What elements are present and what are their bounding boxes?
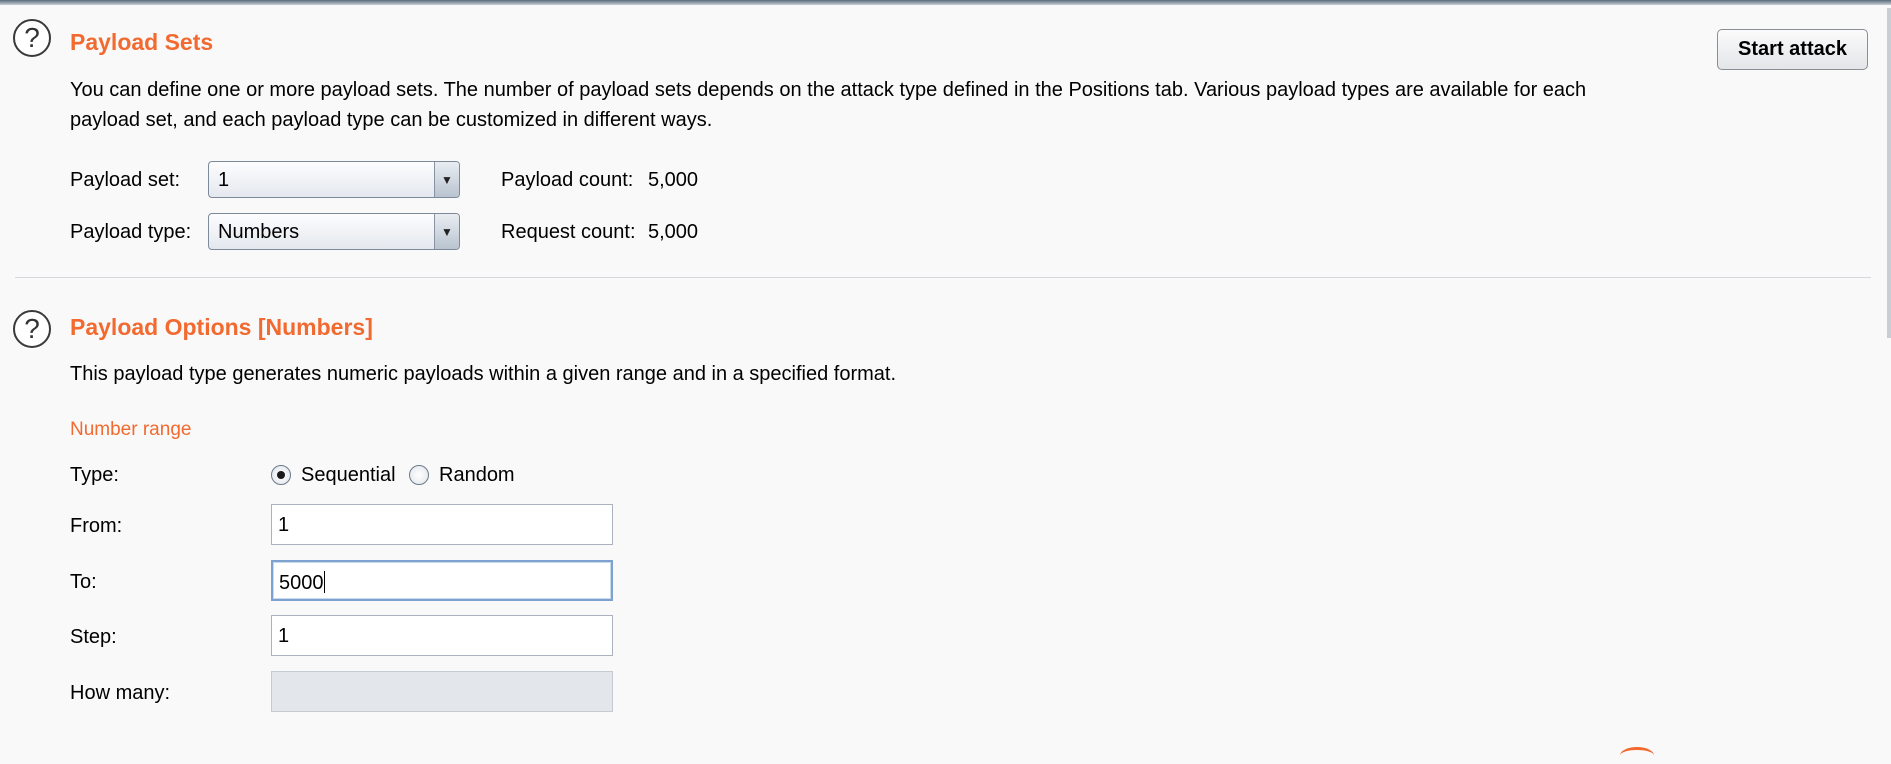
- how-many-label: How many:: [70, 682, 171, 704]
- payload-set-label: Payload set:: [70, 169, 181, 191]
- help-icon[interactable]: ?: [13, 19, 51, 57]
- payload-sets-title: Payload Sets: [70, 29, 214, 55]
- payload-options-title: Payload Options [Numbers]: [70, 314, 373, 340]
- section-divider: [15, 277, 1871, 278]
- number-range-heading: Number range: [70, 419, 192, 440]
- start-attack-button[interactable]: Start attack: [1717, 29, 1868, 70]
- dropdown-arrow-icon: ▼: [434, 162, 459, 197]
- dropdown-arrow-icon: ▼: [434, 214, 459, 249]
- scrollbar-edge[interactable]: [1887, 8, 1891, 338]
- from-label: From:: [70, 515, 123, 537]
- window-top-border: [0, 0, 1891, 5]
- payload-type-select[interactable]: Numbers ▼: [208, 213, 460, 250]
- payload-set-value: 1: [218, 169, 230, 191]
- how-many-input: [271, 671, 613, 712]
- to-label: To:: [70, 571, 97, 593]
- payload-type-value: Numbers: [218, 221, 300, 243]
- text-caret: [323, 571, 325, 593]
- to-input[interactable]: 5000: [271, 560, 613, 601]
- from-input[interactable]: 1: [271, 504, 613, 545]
- payload-count-value: 5,000: [648, 169, 699, 191]
- type-label: Type:: [70, 464, 119, 486]
- random-radio[interactable]: [409, 465, 429, 485]
- payload-options-description: This payload type generates numeric payl…: [70, 363, 897, 385]
- help-icon-glyph: ?: [24, 313, 40, 344]
- payload-set-select[interactable]: 1 ▼: [208, 161, 460, 198]
- description-line-2: payload set, and each payload type can b…: [70, 109, 713, 131]
- payload-sets-description: You can define one or more payload sets.…: [70, 75, 1586, 135]
- payload-type-label: Payload type:: [70, 221, 192, 243]
- step-value: 1: [278, 625, 290, 647]
- request-count-value: 5,000: [648, 221, 699, 243]
- sequential-radio[interactable]: [271, 465, 291, 485]
- to-value: 5000: [279, 572, 324, 594]
- random-radio-label[interactable]: Random: [439, 464, 515, 487]
- request-count-label: Request count:: [501, 221, 636, 243]
- partial-accent-shape: [1620, 747, 1654, 764]
- payload-count-label: Payload count:: [501, 169, 634, 191]
- help-icon-glyph: ?: [24, 22, 40, 53]
- description-line-1: You can define one or more payload sets.…: [70, 79, 1587, 101]
- sequential-radio-label[interactable]: Sequential: [301, 464, 396, 487]
- step-input[interactable]: 1: [271, 615, 613, 656]
- step-label: Step:: [70, 626, 117, 648]
- from-value: 1: [278, 514, 290, 536]
- help-icon[interactable]: ?: [13, 310, 51, 348]
